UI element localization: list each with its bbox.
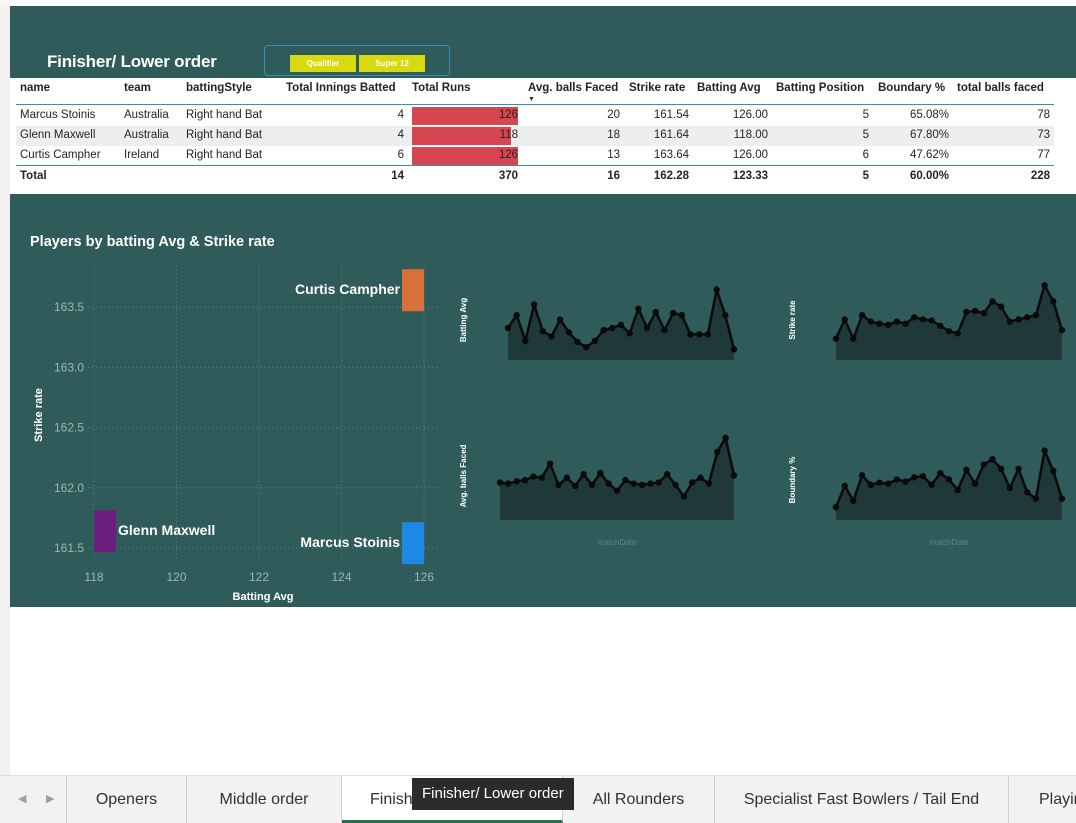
cell-balls: 20	[607, 109, 620, 121]
header-divider	[16, 104, 1054, 105]
slicer-super12-button[interactable]: Super 12	[359, 55, 425, 72]
cell-sr: 163.64	[653, 149, 689, 161]
total-label: Total	[20, 170, 47, 182]
total-avg-balls: 16	[607, 170, 620, 182]
cell-avg: 126.00	[732, 109, 768, 121]
cell-runs: 118	[499, 129, 518, 141]
col-header-runs[interactable]: Total Runs	[412, 82, 471, 94]
cell-sr: 161.54	[653, 109, 689, 121]
page-title: Finisher/ Lower order	[47, 52, 217, 71]
scatter-chart-title: Players by batting Avg & Strike rate	[30, 234, 275, 250]
tab-all-rounders[interactable]: All Rounders	[563, 776, 715, 823]
report-canvas: Finisher/ Lower order Qualifier Super 12…	[0, 0, 1076, 823]
total-innings: 14	[391, 170, 404, 182]
cell-team: Australia	[124, 109, 169, 121]
cell-pos: 5	[862, 129, 869, 141]
cell-style: Right hand Bat	[186, 129, 263, 141]
total-strike-rate: 162.28	[653, 170, 689, 182]
cell-innings: 6	[397, 149, 404, 161]
cell-total-balls: 77	[1037, 149, 1050, 161]
cell-runs: 126	[498, 149, 518, 161]
col-header-avg-balls[interactable]: Avg. balls Faced	[528, 82, 618, 94]
cell-runs: 126	[498, 109, 518, 121]
col-header-batting-style[interactable]: battingStyle	[186, 82, 252, 94]
cell-total-balls: 78	[1037, 109, 1050, 121]
col-header-strike-rate[interactable]: Strike rate	[629, 82, 685, 94]
col-header-boundary[interactable]: Boundary %	[878, 82, 945, 94]
tab-playing[interactable]: Playing	[1009, 776, 1076, 823]
total-batting-avg: 123.33	[732, 170, 768, 182]
cell-balls: 18	[607, 129, 620, 141]
col-header-batting-position[interactable]: Batting Position	[776, 82, 864, 94]
slicer-qualifier-button[interactable]: Qualifier	[290, 55, 356, 72]
col-header-team[interactable]: team	[124, 82, 151, 94]
cell-avg: 118.00	[733, 129, 768, 141]
cell-balls: 13	[607, 149, 620, 161]
cell-avg: 126.00	[732, 149, 768, 161]
total-runs: 370	[498, 170, 518, 182]
cell-pos: 6	[862, 149, 869, 161]
cell-name: Curtis Campher	[20, 149, 101, 161]
tab-tooltip: Finisher/ Lower order	[412, 778, 574, 810]
col-header-innings[interactable]: Total Innings Batted	[286, 82, 396, 94]
col-header-name[interactable]: name	[20, 82, 50, 94]
total-batting-position: 5	[862, 170, 869, 182]
tab-specialist-fast-bowlers[interactable]: Specialist Fast Bowlers / Tail End	[715, 776, 1009, 823]
cell-team: Ireland	[124, 149, 160, 161]
cell-team: Australia	[124, 129, 169, 141]
tab-prev-icon[interactable]: ◀	[18, 792, 26, 805]
cell-innings: 4	[397, 129, 404, 141]
cell-pos: 5	[862, 109, 869, 121]
tab-middle-order[interactable]: Middle order	[187, 776, 342, 823]
col-header-batting-avg[interactable]: Batting Avg	[697, 82, 761, 94]
total-boundary: 60.00%	[909, 170, 949, 182]
sort-descending-icon: ▼	[528, 96, 535, 103]
tab-openers[interactable]: Openers	[66, 776, 187, 823]
cell-boundary: 65.08%	[909, 109, 949, 121]
cell-name: Marcus Stoinis	[20, 109, 96, 121]
cell-name: Glenn Maxwell	[20, 129, 96, 141]
cell-style: Right hand Bat	[186, 109, 263, 121]
tab-next-icon[interactable]: ▶	[46, 792, 54, 805]
chart-panel	[10, 194, 1076, 607]
cell-total-balls: 73	[1037, 129, 1050, 141]
total-divider	[16, 165, 1054, 166]
cell-sr: 161.64	[653, 129, 689, 141]
col-header-total-balls[interactable]: total balls faced	[957, 82, 1044, 94]
total-balls-faced: 228	[1030, 170, 1050, 182]
cell-boundary: 47.62%	[909, 149, 949, 161]
cell-boundary: 67.80%	[909, 129, 949, 141]
cell-style: Right hand Bat	[186, 149, 263, 161]
cell-innings: 4	[397, 109, 404, 121]
